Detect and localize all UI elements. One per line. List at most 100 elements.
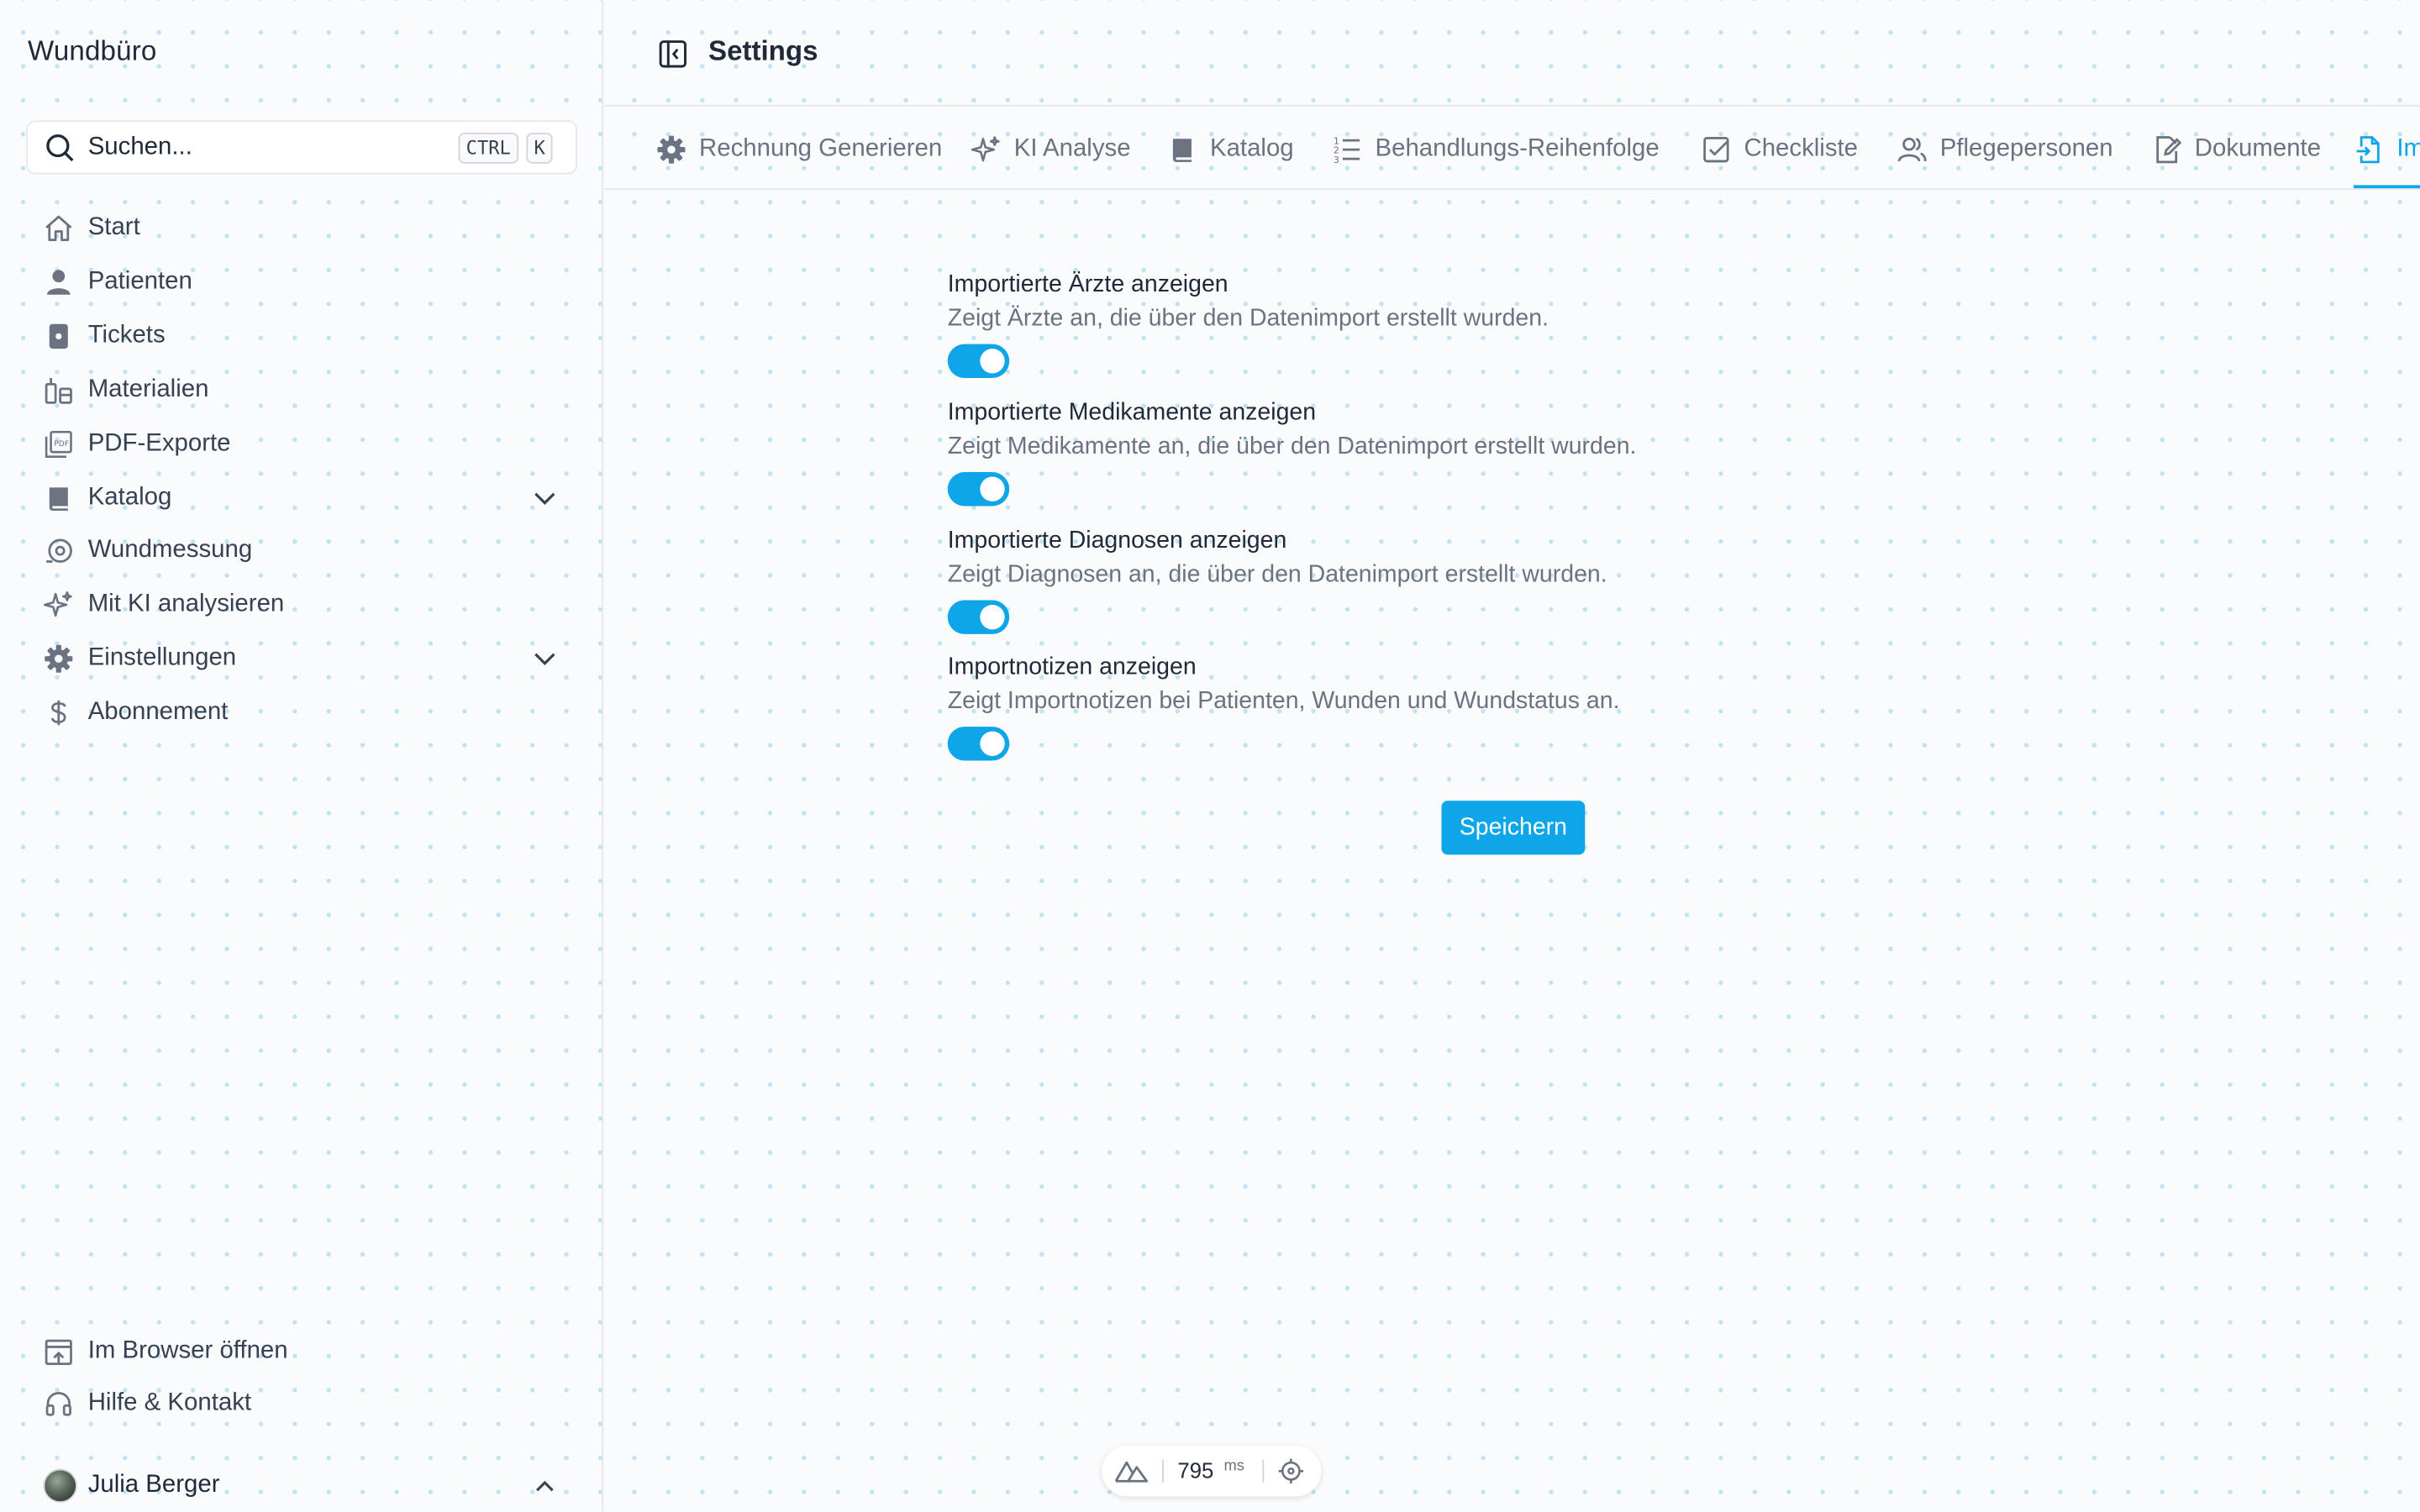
sidebar-item-abonnement[interactable]: Abonnement [43,695,567,732]
sparkles-icon [43,590,74,621]
sidebar-item-label: Tickets [87,322,166,349]
document-edit-icon [2151,134,2182,165]
sidebar-item-label: Katalog [87,484,172,511]
sidebar-item-einstellungen[interactable]: Einstellungen [43,640,567,677]
nuxt-logo-icon[interactable] [1114,1457,1149,1484]
divider [1162,1459,1164,1483]
settings-tabs: Rechnung Generieren KI Analyse Katalog 1… [604,108,2420,190]
sidebar-item-label: Wundmessung [87,537,253,564]
materials-icon [43,375,74,406]
sidebar-item-pdf-exporte[interactable]: PDF PDF-Exporte [43,426,567,463]
tab-label: KI Analyse [1013,135,1131,162]
toggle-knob [980,349,1005,374]
tab-label: Checkliste [1744,135,1859,162]
shortcut-ctrl-key: CTRL [458,132,518,164]
toggle-knob [980,731,1005,756]
search-bar[interactable]: Suchen... CTRL K [26,120,577,175]
chevron-down-icon[interactable] [531,485,559,512]
render-time-unit: ms [1223,1457,1245,1475]
sidebar-item-katalog[interactable]: Katalog [43,480,567,517]
toggle-knob [980,476,1005,501]
tab-behandlungs-reihenfolge[interactable]: 123 Behandlungs-Reihenfolge [1332,129,1660,170]
file-import-icon [2354,134,2385,165]
setting-title: Importierte Diagnosen anzeigen [947,528,1287,554]
dollar-icon [43,697,74,728]
sparkles-icon [971,134,1002,165]
tab-katalog[interactable]: Katalog [1167,129,1294,170]
save-button[interactable]: Speichern [1441,801,1586,855]
app-window: Wundbüro Suchen... CTRL K Start Patiente… [0,0,2420,1512]
sidebar-toggle-icon[interactable] [656,37,690,71]
sidebar-item-wundmessung[interactable]: Wundmessung [43,533,567,570]
pdf-icon: PDF [43,429,74,460]
sidebar-item-start[interactable]: Start [43,210,567,247]
tab-label: Rechnung Generieren [699,135,943,162]
sidebar-item-label: PDF-Exporte [87,430,231,457]
tab-dokumente[interactable]: Dokumente [2151,129,2321,170]
search-icon [45,133,76,164]
divider [1262,1459,1265,1483]
sidebar-item-label: Im Browser öffnen [87,1337,288,1364]
ordered-list-icon: 123 [1332,134,1363,165]
tab-label: Pflegepersonen [1939,135,2113,162]
svg-text:3: 3 [1334,155,1339,165]
setting-description: Zeigt Ärzte an, die über den Datenimport… [947,305,1549,332]
user-menu[interactable]: Julia Berger [43,1467,567,1504]
brand-title: Wundbüro [28,35,157,66]
sidebar-item-label: Abonnement [87,699,229,726]
search-placeholder[interactable]: Suchen... [88,134,192,162]
sidebar-item-label: Einstellungen [87,644,237,671]
chevron-down-icon[interactable] [531,645,559,673]
setting-description: Zeigt Importnotizen bei Patienten, Wunde… [947,688,1620,715]
toggle-import-medications[interactable] [947,472,1010,507]
shortcut-k-key: K [526,132,553,164]
book-icon [43,483,74,514]
headset-icon [43,1389,74,1420]
tab-rechnung-generieren[interactable]: Rechnung Generieren [656,129,943,170]
sidebar-item-label: Mit KI analysieren [87,591,285,617]
tab-label: Dokumente [2194,135,2322,162]
sidebar-item-help[interactable]: Hilfe & Kontakt [43,1385,567,1422]
book-icon [1167,134,1198,165]
sidebar-item-patienten[interactable]: Patienten [43,264,567,301]
tab-label: Behandlungs-Reihenfolge [1375,135,1660,162]
avatar [43,1468,77,1503]
tab-pflegepersonen[interactable]: Pflegepersonen [1897,129,2113,170]
ticket-icon [43,321,74,352]
gear-icon [656,134,687,165]
sidebar-item-browser-open[interactable]: Im Browser öffnen [43,1333,567,1370]
setting-description: Zeigt Diagnosen an, die über den Datenim… [947,561,1607,588]
measure-icon [43,535,74,566]
active-tab-indicator [2353,185,2420,189]
setting-import-medications: Importierte Medikamente anzeigen Zeigt M… [947,399,1636,507]
user-icon [43,267,74,298]
setting-title: Importierte Medikamente anzeigen [947,399,1317,426]
tab-import[interactable]: Im [2354,129,2420,170]
home-icon [43,213,74,244]
svg-text:PDF: PDF [54,439,69,449]
setting-title: Importierte Ärzte anzeigen [947,271,1228,298]
sidebar: Wundbüro Suchen... CTRL K Start Patiente… [0,0,604,1512]
toggle-import-notes[interactable] [947,727,1010,761]
tab-ki-analyse[interactable]: KI Analyse [971,129,1131,170]
setting-description: Zeigt Medikamente an, die über den Daten… [947,433,1637,460]
gear-icon [43,643,74,675]
sidebar-item-label: Start [87,214,140,241]
sidebar-item-ki[interactable]: Mit KI analysieren [43,586,567,623]
chevron-up-icon[interactable] [531,1473,559,1501]
sidebar-item-materialien[interactable]: Materialien [43,372,567,409]
crosshair-icon[interactable] [1278,1458,1304,1484]
tab-label: Katalog [1209,135,1294,162]
sidebar-item-tickets[interactable]: Tickets [43,318,567,354]
setting-import-doctors: Importierte Ärzte anzeigen Zeigt Ärzte a… [947,271,1549,378]
tab-label: Im [2396,135,2420,162]
header: Settings [604,0,2420,107]
toggle-import-diagnoses[interactable] [947,600,1010,634]
toggle-import-doctors[interactable] [947,344,1010,378]
setting-import-diagnoses: Importierte Diagnosen anzeigen Zeigt Dia… [947,528,1607,634]
performance-widget: 795 ms [1102,1445,1322,1497]
render-time-value: 795 [1177,1457,1214,1483]
sidebar-item-label: Patienten [87,268,192,295]
user-name: Julia Berger [87,1472,220,1499]
tab-checkliste[interactable]: Checkliste [1701,129,1858,170]
